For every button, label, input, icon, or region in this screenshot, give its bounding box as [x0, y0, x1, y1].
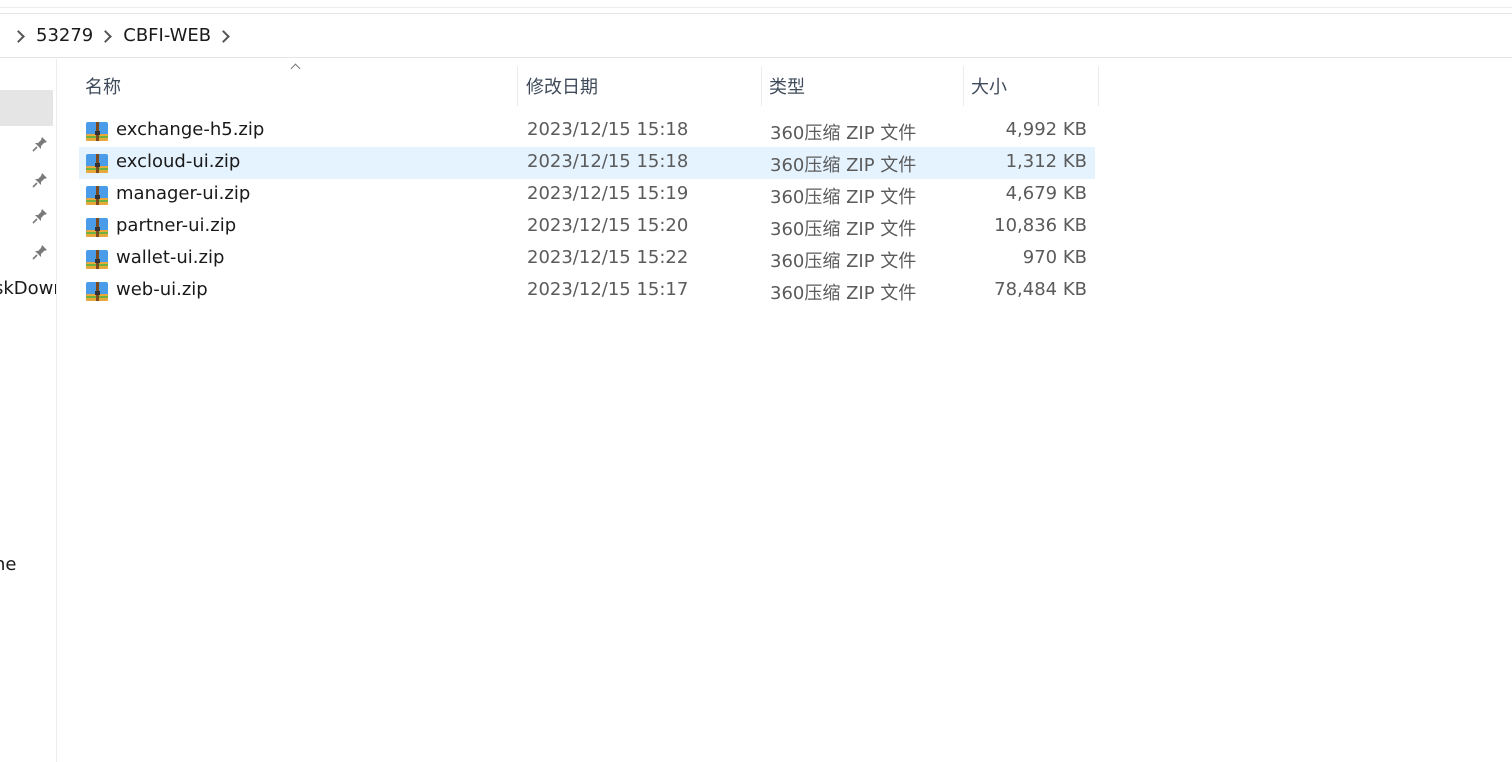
- file-date: 2023/12/15 15:19: [527, 183, 689, 204]
- file-row[interactable]: manager-ui.zip 2023/12/15 15:19 360压缩 ZI…: [79, 179, 1095, 211]
- file-date: 2023/12/15 15:18: [527, 119, 689, 140]
- zip-archive-icon: [86, 250, 108, 269]
- breadcrumb-item-cbfi-web[interactable]: CBFI-WEB: [119, 25, 215, 46]
- chevron-right-icon[interactable]: [99, 29, 113, 43]
- file-type: 360压缩 ZIP 文件: [770, 123, 917, 144]
- nav-item-taskdown[interactable]: skDown: [0, 278, 56, 299]
- file-date: 2023/12/15 15:20: [527, 215, 689, 236]
- file-size: 970 KB: [1022, 247, 1087, 268]
- file-row[interactable]: exchange-h5.zip 2023/12/15 15:18 360压缩 Z…: [79, 115, 1095, 147]
- file-row[interactable]: web-ui.zip 2023/12/15 15:17 360压缩 ZIP 文件…: [79, 275, 1095, 307]
- column-header-name-label: 名称: [85, 77, 121, 98]
- column-header-type[interactable]: 类型: [763, 66, 964, 106]
- file-size: 4,679 KB: [1005, 183, 1087, 204]
- file-date: 2023/12/15 15:17: [527, 279, 689, 300]
- file-row[interactable]: wallet-ui.zip 2023/12/15 15:22 360压缩 ZIP…: [79, 243, 1095, 275]
- pin-icon[interactable]: [31, 207, 49, 225]
- chevron-right-icon[interactable]: [12, 29, 26, 43]
- file-list: exchange-h5.zip 2023/12/15 15:18 360压缩 Z…: [79, 115, 1095, 307]
- zip-archive-icon: [86, 282, 108, 301]
- nav-item-partial[interactable]: ne: [0, 554, 16, 575]
- file-row[interactable]: excloud-ui.zip 2023/12/15 15:18 360压缩 ZI…: [79, 147, 1095, 179]
- column-header-name[interactable]: 名称: [79, 66, 518, 106]
- file-date: 2023/12/15 15:18: [527, 151, 689, 172]
- zip-archive-icon: [86, 186, 108, 205]
- file-size: 78,484 KB: [994, 279, 1087, 300]
- file-name: partner-ui.zip: [116, 215, 237, 236]
- column-header-type-label: 类型: [769, 77, 805, 98]
- pin-icon[interactable]: [31, 171, 49, 189]
- breadcrumb-item-53279[interactable]: 53279: [32, 25, 97, 46]
- file-type: 360压缩 ZIP 文件: [770, 155, 917, 176]
- column-header-size[interactable]: 大小: [965, 66, 1099, 106]
- breadcrumb[interactable]: 53279 CBFI-WEB: [0, 14, 1512, 58]
- file-size: 10,836 KB: [994, 215, 1087, 236]
- file-size: 4,992 KB: [1005, 119, 1087, 140]
- column-header-size-label: 大小: [971, 77, 1007, 98]
- file-type: 360压缩 ZIP 文件: [770, 187, 917, 208]
- file-size: 1,312 KB: [1005, 151, 1087, 172]
- file-name: manager-ui.zip: [116, 183, 251, 204]
- column-header-date[interactable]: 修改日期: [520, 66, 762, 106]
- column-headers: 名称 修改日期 类型 大小: [79, 66, 1099, 106]
- navigation-pane[interactable]: skDown ne: [0, 59, 57, 762]
- sort-ascending-icon: [290, 62, 300, 72]
- zip-archive-icon: [86, 154, 108, 173]
- chevron-right-icon[interactable]: [217, 29, 231, 43]
- file-row[interactable]: partner-ui.zip 2023/12/15 15:20 360压缩 ZI…: [79, 211, 1095, 243]
- window-top-edge: [0, 0, 1512, 14]
- zip-archive-icon: [86, 218, 108, 237]
- file-date: 2023/12/15 15:22: [527, 247, 689, 268]
- pin-icon[interactable]: [31, 243, 49, 261]
- file-name: exchange-h5.zip: [116, 119, 265, 140]
- file-type: 360压缩 ZIP 文件: [770, 251, 917, 272]
- file-name: excloud-ui.zip: [116, 151, 241, 172]
- zip-archive-icon: [86, 122, 108, 141]
- column-header-date-label: 修改日期: [526, 77, 598, 98]
- file-type: 360压缩 ZIP 文件: [770, 219, 917, 240]
- file-name: web-ui.zip: [116, 279, 208, 300]
- file-name: wallet-ui.zip: [116, 247, 225, 268]
- file-type: 360压缩 ZIP 文件: [770, 283, 917, 304]
- pin-icon[interactable]: [31, 135, 49, 153]
- nav-item-selected[interactable]: [0, 90, 53, 126]
